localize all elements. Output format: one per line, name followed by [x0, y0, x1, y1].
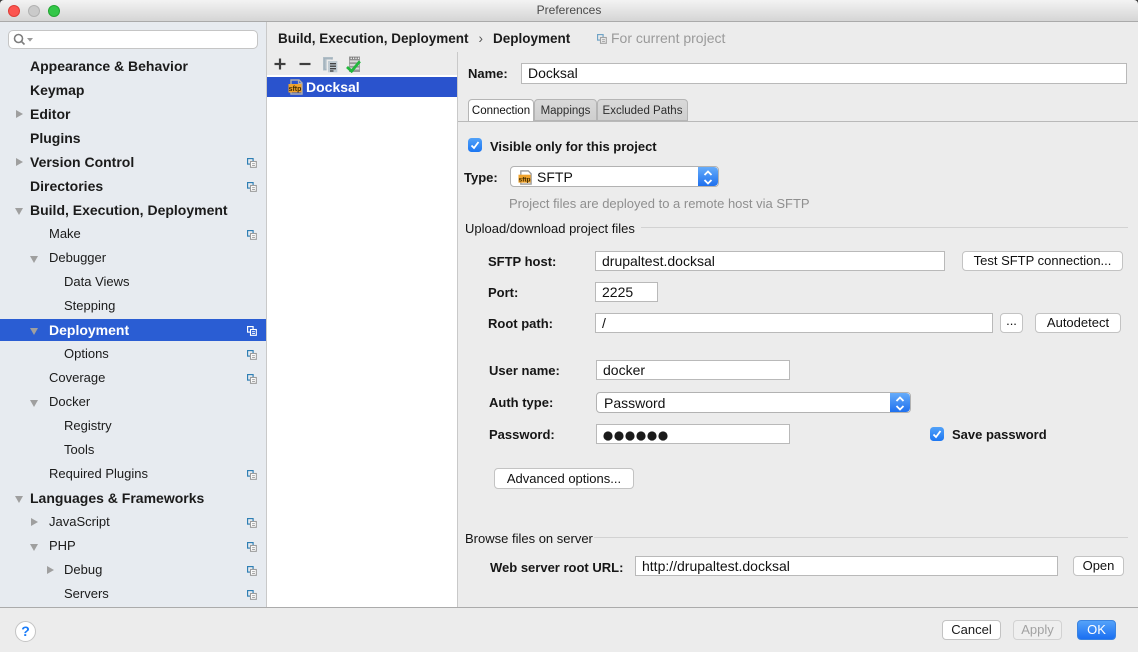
svg-text:sftp: sftp: [289, 86, 302, 93]
svg-text:sftp: sftp: [519, 176, 531, 183]
